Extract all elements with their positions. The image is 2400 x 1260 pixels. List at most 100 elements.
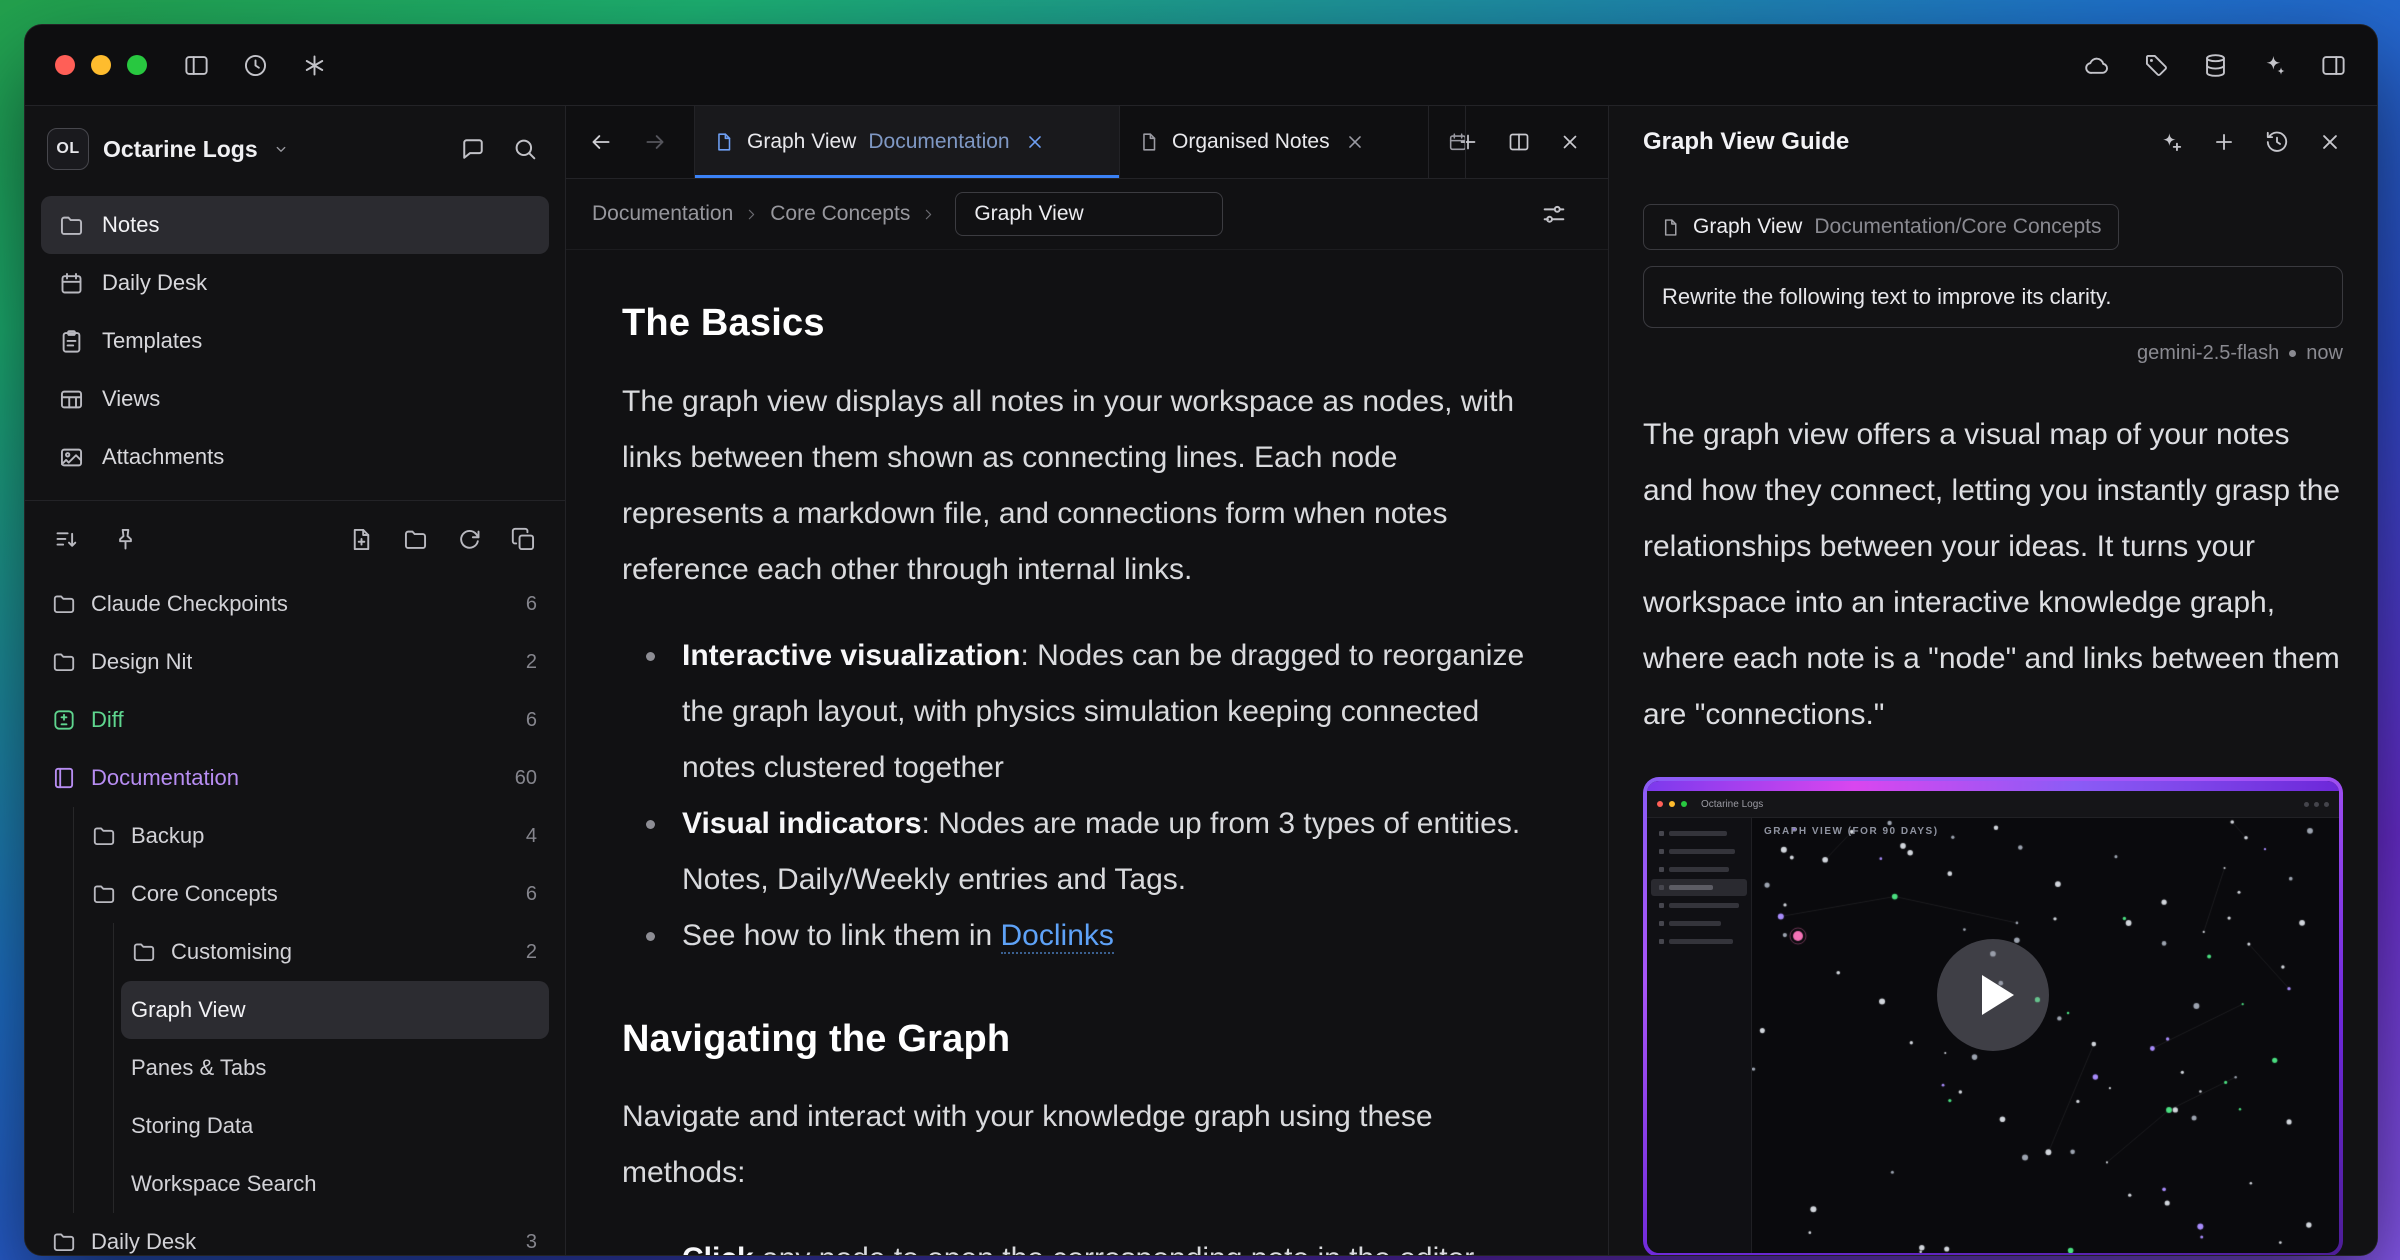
file-icon	[1660, 217, 1681, 238]
file-plus-icon[interactable]	[348, 526, 375, 553]
search-icon[interactable]	[511, 135, 539, 163]
breadcrumb: Documentation Core Concepts Graph View	[566, 179, 1608, 250]
image-icon	[58, 444, 85, 471]
columns-icon[interactable]	[1507, 130, 1531, 154]
minimize-window-button[interactable]	[91, 55, 111, 75]
bullet-list: Interactive visualization: Nodes can be …	[622, 628, 1530, 964]
sidebar-item-notes[interactable]: Notes	[41, 196, 549, 254]
doclinks-link[interactable]: Doclinks	[1001, 919, 1114, 954]
workspace-name: Octarine Logs	[103, 136, 258, 163]
copy-icon[interactable]	[510, 526, 537, 553]
tree-item-core-concepts[interactable]: Core Concepts6	[81, 865, 549, 923]
calendar-icon	[1447, 131, 1466, 153]
tree-item-design-nit[interactable]: Design Nit2	[41, 633, 549, 691]
tree-item-daily-desk[interactable]: Daily Desk 3	[41, 1213, 549, 1255]
sparkle-plus-icon[interactable]	[2158, 129, 2184, 155]
mini-sidebar-row	[1651, 861, 1747, 878]
tab-graph-view[interactable]: Graph ViewDocumentation	[694, 106, 1120, 178]
video-embed[interactable]: Octarine Logs GRAPH VIEW (FOR 90 DAYS)	[1643, 777, 2343, 1255]
mini-graph-view: GRAPH VIEW (FOR 90 DAYS)	[1752, 818, 2339, 1253]
breadcrumb-part[interactable]: Documentation	[592, 202, 733, 226]
tree-item-backup[interactable]: Backup4	[81, 807, 549, 865]
tree-item-label: Core Concepts	[131, 881, 278, 907]
main-pane: Graph ViewDocumentationOrganised NotesFr…	[566, 106, 1608, 1255]
mini-close-dot	[1657, 801, 1663, 807]
sidebar-divider	[25, 500, 565, 501]
workspace-switcher[interactable]: OL Octarine Logs	[25, 106, 565, 182]
diff-icon	[51, 707, 77, 733]
tree-item-label: Daily Desk	[91, 1229, 196, 1255]
tree-item-count: 6	[526, 593, 537, 616]
tree-item-graph-view[interactable]: Graph View	[121, 981, 549, 1039]
x-icon[interactable]	[2317, 129, 2343, 155]
tree-item-storing-data[interactable]: Storing Data	[121, 1097, 549, 1155]
folder-icon	[91, 823, 117, 849]
history-icon[interactable]	[2264, 129, 2290, 155]
tree-item-label: Claude Checkpoints	[91, 591, 288, 617]
back-button[interactable]	[588, 129, 614, 155]
x-icon[interactable]	[1558, 130, 1582, 154]
tab-close-icon[interactable]	[1024, 131, 1046, 153]
dot-separator	[2289, 350, 2296, 357]
pin-icon[interactable]	[112, 526, 139, 553]
view-options-icon[interactable]	[1540, 200, 1568, 228]
graph-nodes-canvas	[1752, 818, 2339, 1253]
sidebar: OL Octarine Logs Notes Daily Desk Template…	[25, 106, 566, 1255]
cloud-icon[interactable]	[2084, 52, 2111, 79]
folder-tree: Claude Checkpoints 6 Design Nit2Diff6Docum…	[25, 569, 565, 1255]
mini-sidebar-row	[1651, 897, 1747, 914]
tree-item-count: 3	[526, 1231, 537, 1254]
clock-icon[interactable]	[242, 52, 269, 79]
tab-organised-notes[interactable]: Organised Notes	[1120, 106, 1429, 178]
sort-icon[interactable]	[53, 526, 80, 553]
tree-item-panes-tabs[interactable]: Panes & Tabs	[121, 1039, 549, 1097]
sidebar-item-views[interactable]: Views	[41, 370, 549, 428]
bullet-list: Click any node to open the corresponding…	[622, 1231, 1530, 1255]
tree-item-label: Graph View	[131, 997, 246, 1023]
close-window-button[interactable]	[55, 55, 75, 75]
context-note-title: Graph View	[1693, 215, 1802, 239]
model-name: gemini-2.5-flash	[2137, 342, 2279, 365]
editor-content: The Basics The graph view displays all n…	[566, 250, 1608, 1255]
bold-text: Click	[682, 1242, 754, 1255]
tree-item-documentation[interactable]: Documentation60	[41, 749, 549, 807]
refresh-icon[interactable]	[456, 526, 483, 553]
mini-sidebar-row	[1651, 915, 1747, 932]
note-title-input[interactable]: Graph View	[955, 192, 1223, 236]
titlebar	[25, 25, 2377, 106]
bullet-text: See how to link them in	[682, 919, 1001, 952]
database-icon[interactable]	[2202, 52, 2229, 79]
sidebar-item-daily-desk[interactable]: Daily Desk	[41, 254, 549, 312]
sparkles-icon[interactable]	[2261, 52, 2288, 79]
tree-guide-line	[113, 923, 114, 1213]
tab-bar: Graph ViewDocumentationOrganised NotesFr…	[566, 106, 1608, 179]
context-note-path: Documentation/Core Concepts	[1814, 215, 2101, 239]
panel-left-icon[interactable]	[183, 52, 210, 79]
window-controls	[55, 55, 147, 75]
sidebar-item-label: Daily Desk	[102, 270, 207, 296]
chat-icon[interactable]	[459, 135, 487, 163]
forward-button[interactable]	[642, 129, 668, 155]
tag-icon[interactable]	[2143, 52, 2170, 79]
tab-close-icon[interactable]	[1344, 131, 1366, 153]
panel-right-icon[interactable]	[2320, 52, 2347, 79]
tree-item-workspace-search[interactable]: Workspace Search	[121, 1155, 549, 1213]
tree-item-claude-checkpoints[interactable]: Claude Checkpoints 6	[41, 575, 549, 633]
mini-window-title: Octarine Logs	[1701, 799, 1763, 810]
timestamp: now	[2306, 342, 2343, 365]
section-heading: Navigating the Graph	[622, 1016, 1530, 1064]
sidebar-item-attachments[interactable]: Attachments	[41, 428, 549, 486]
zoom-window-button[interactable]	[127, 55, 147, 75]
tree-item-customising[interactable]: Customising2	[121, 923, 549, 981]
context-note-chip[interactable]: Graph View Documentation/Core Concepts	[1643, 204, 2119, 250]
breadcrumb-part[interactable]: Core Concepts	[770, 202, 910, 226]
asterisk-icon[interactable]	[301, 52, 328, 79]
bullet-item: Click any node to open the corresponding…	[670, 1231, 1530, 1255]
folder-icon[interactable]	[402, 526, 429, 553]
tab-friday-d[interactable]: Friday, D	[1429, 106, 1466, 178]
plus-icon[interactable]	[2211, 129, 2237, 155]
play-button[interactable]	[1937, 939, 2049, 1051]
tab-subtitle: Documentation	[868, 130, 1009, 154]
tree-item-diff[interactable]: Diff6	[41, 691, 549, 749]
sidebar-item-templates[interactable]: Templates	[41, 312, 549, 370]
